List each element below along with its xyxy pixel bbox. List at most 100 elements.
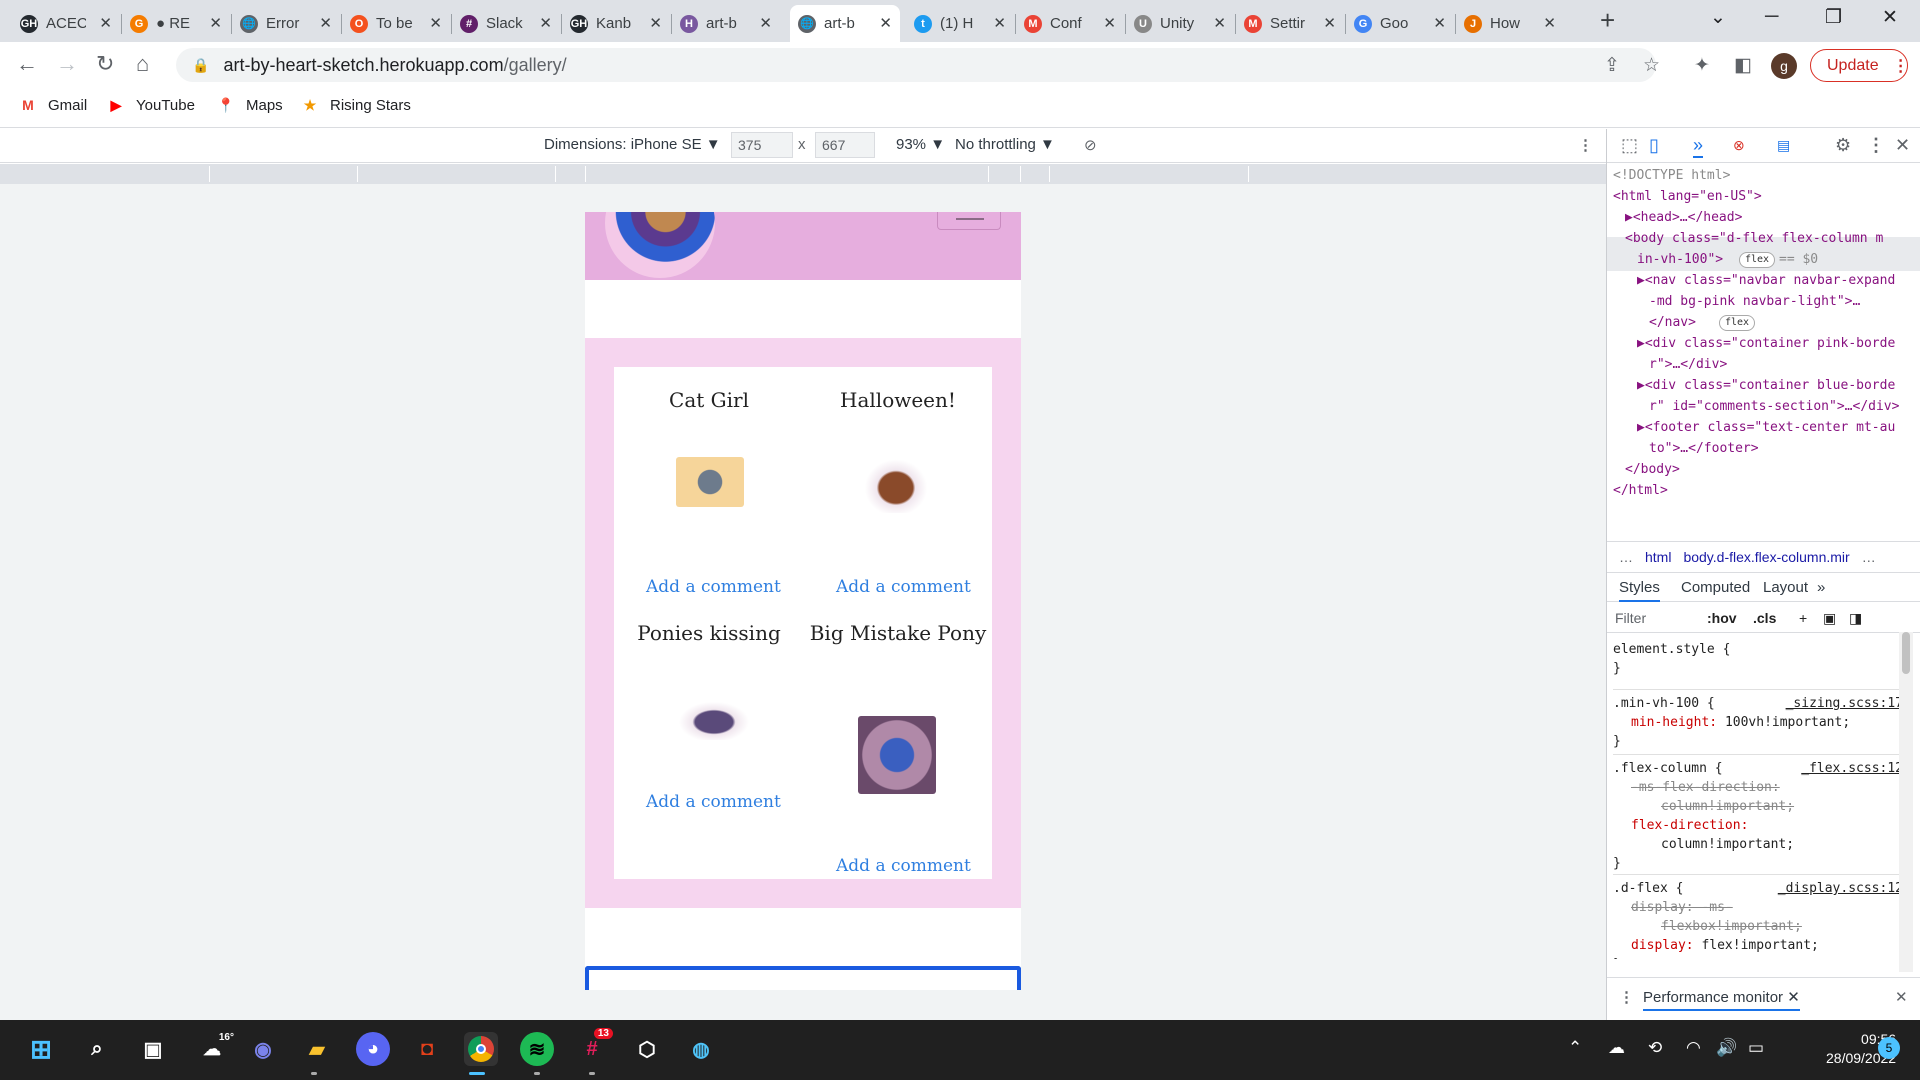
more-tabs-icon[interactable]: »	[1693, 135, 1704, 158]
dom-node-line[interactable]: ▶<div class="container blue-borde	[1637, 375, 1895, 396]
wifi-icon[interactable]: ◠	[1686, 1038, 1701, 1058]
close-tab-icon[interactable]: ✕	[209, 14, 222, 32]
globe-app-icon[interactable]: ◍	[684, 1032, 718, 1066]
paint-icon[interactable]: ▣	[1823, 610, 1836, 627]
rule-source-link[interactable]: _display.scss:12	[1778, 879, 1903, 898]
breadcrumb-item[interactable]: …	[1619, 549, 1633, 565]
close-window-button[interactable]: ✕	[1882, 6, 1898, 29]
tray-app-icon[interactable]: ☁	[1608, 1038, 1625, 1058]
close-tab-icon[interactable]: ✕	[319, 14, 332, 32]
gallery-thumbnail-image[interactable]	[676, 457, 744, 507]
close-tab-icon[interactable]: ✕	[993, 14, 1006, 32]
close-tab-icon[interactable]: ✕	[99, 14, 112, 32]
close-devtools-icon[interactable]: ✕	[1895, 135, 1910, 156]
tab-search-icon[interactable]: ⌄	[1710, 6, 1726, 29]
inspect-element-icon[interactable]: ⬚	[1621, 135, 1638, 156]
settings-gear-icon[interactable]: ⚙	[1835, 135, 1851, 156]
dom-node-line[interactable]: <body class="d-flex flex-column m	[1625, 228, 1883, 249]
close-tab-icon[interactable]: ✕	[759, 14, 772, 32]
dom-node-line[interactable]: in-vh-100">	[1637, 249, 1723, 270]
close-tab-icon[interactable]: ✕	[1323, 14, 1336, 32]
rule-source-link[interactable]: _flex.scss:12	[1801, 759, 1903, 778]
device-width-input[interactable]: 375	[731, 132, 793, 158]
close-tab-icon[interactable]: ✕	[1103, 14, 1116, 32]
navbar-toggler-button[interactable]	[937, 212, 1001, 230]
gallery-thumbnail-image[interactable]	[858, 716, 936, 794]
share-icon[interactable]: ⇪	[1604, 54, 1620, 77]
tab[interactable]: M Settir ✕	[1236, 5, 1344, 42]
back-button[interactable]: ←	[16, 52, 38, 76]
d-flex-rule[interactable]: .d-flex {_display.scss:12 display: -ms- …	[1613, 874, 1903, 959]
dom-node-line[interactable]: </body>	[1625, 459, 1680, 480]
close-tab-icon[interactable]: ✕	[649, 14, 662, 32]
flex-badge[interactable]: flex	[1719, 315, 1756, 331]
tab[interactable]: J How ✕	[1456, 5, 1564, 42]
device-more-icon[interactable]: ⋮	[1578, 136, 1593, 154]
close-tab-icon[interactable]: ✕	[1433, 14, 1446, 32]
dom-node-line[interactable]: ▶<footer class="text-center mt-au	[1637, 417, 1895, 438]
close-drawer-icon[interactable]: ✕	[1895, 988, 1908, 1006]
issues-icon[interactable]: ▤	[1777, 137, 1790, 154]
close-tab-icon[interactable]: ✕	[539, 14, 552, 32]
bookmark-star-icon[interactable]: ☆	[1643, 54, 1660, 77]
drawer-menu-icon[interactable]: ⋮	[1619, 988, 1634, 1006]
flex-column-rule[interactable]: .flex-column {_flex.scss:12 -ms-flex-dir…	[1613, 754, 1903, 873]
styles-filter-input[interactable]: Filter	[1615, 610, 1646, 626]
dom-node-line[interactable]: to">…</footer>	[1649, 438, 1759, 459]
add-comment-link[interactable]: Add a comment	[836, 856, 971, 876]
tab[interactable]: M Conf ✕	[1016, 5, 1124, 42]
discord-icon[interactable]: ◕	[356, 1032, 390, 1066]
tab[interactable]: G ● RE ✕	[122, 5, 230, 42]
throttling-select[interactable]: No throttling ▼	[955, 136, 1055, 153]
dom-node-line[interactable]: </html>	[1613, 480, 1668, 501]
styles-tab[interactable]: Computed	[1681, 579, 1750, 596]
close-drawer-tab-icon[interactable]: ✕	[1787, 989, 1800, 1006]
tab[interactable]: GH ACEC ✕	[12, 5, 120, 42]
extensions-icon[interactable]: ✦	[1694, 54, 1710, 77]
weather-widget[interactable]: ☁ 16°	[190, 1032, 234, 1066]
cls-toggle[interactable]: .cls	[1753, 610, 1776, 626]
tab[interactable]: Hart-b ✕	[672, 5, 780, 42]
new-tab-button[interactable]: +	[1600, 6, 1615, 34]
tab[interactable]: G Goo ✕	[1346, 5, 1454, 42]
dom-node-line[interactable]: ▶<head>…</head>	[1625, 207, 1742, 228]
notification-badge[interactable]: 5	[1878, 1037, 1900, 1059]
add-comment-link[interactable]: Add a comment	[646, 792, 781, 812]
tab[interactable]: 🌐 art-b ✕	[790, 5, 900, 42]
bookmark-item[interactable]: M Gmail	[18, 96, 87, 114]
side-panel-icon[interactable]: ◧	[1734, 54, 1752, 77]
bookmark-item[interactable]: ★ Rising Stars	[300, 96, 411, 114]
breadcrumb-item[interactable]: html	[1645, 549, 1671, 565]
search-icon[interactable]: ⌕	[80, 1032, 114, 1066]
dom-tree[interactable]: <!DOCTYPE html> <html lang="en-US"> ▶<head…	[1607, 163, 1920, 533]
dom-node-line[interactable]: r">…</div>	[1649, 354, 1727, 375]
dom-node-line[interactable]: <html lang="en-US">	[1613, 186, 1762, 207]
close-tab-icon[interactable]: ✕	[1543, 14, 1556, 32]
min-vh-rule[interactable]: .min-vh-100 {_sizing.scss:17 min-height:…	[1613, 689, 1903, 751]
zoom-select[interactable]: 93% ▼	[896, 136, 945, 153]
gallery-thumbnail-image[interactable]	[676, 700, 752, 740]
reload-button[interactable]: ↻	[96, 52, 114, 76]
breadcrumb-item[interactable]: …	[1862, 549, 1876, 565]
address-bar[interactable]: 🔒 art-by-heart-sketch.herokuapp.com/gall…	[176, 48, 1656, 82]
styles-tab[interactable]: Styles	[1619, 579, 1660, 602]
tab[interactable]: t (1) H ✕	[906, 5, 1014, 42]
dom-node-line[interactable]: <!DOCTYPE html>	[1613, 165, 1730, 186]
styles-scrollbar[interactable]	[1899, 632, 1913, 972]
task-view-icon[interactable]: ▣	[136, 1032, 170, 1066]
unity-icon[interactable]: ⬡	[630, 1032, 664, 1066]
dom-node-line[interactable]: </nav>	[1649, 312, 1696, 333]
chrome-icon[interactable]	[464, 1032, 498, 1066]
dom-node-line[interactable]: -md bg-pink navbar-light">…	[1649, 291, 1860, 312]
element-style-rule[interactable]: element.style {}	[1613, 640, 1903, 678]
add-comment-link[interactable]: Add a comment	[646, 577, 781, 597]
gallery-thumbnail-image[interactable]	[862, 457, 930, 513]
new-rule-icon[interactable]: +	[1799, 610, 1807, 626]
hov-toggle[interactable]: :hov	[1707, 610, 1737, 626]
tab[interactable]: # Slack ✕	[452, 5, 560, 42]
rotate-icon[interactable]: ⊘	[1084, 136, 1097, 154]
teams-chat-icon[interactable]: ◉	[246, 1032, 280, 1066]
tab[interactable]: GH Kanb ✕	[562, 5, 670, 42]
spotify-icon[interactable]: ≋	[520, 1032, 554, 1066]
styles-tab[interactable]: Layout	[1763, 579, 1808, 596]
